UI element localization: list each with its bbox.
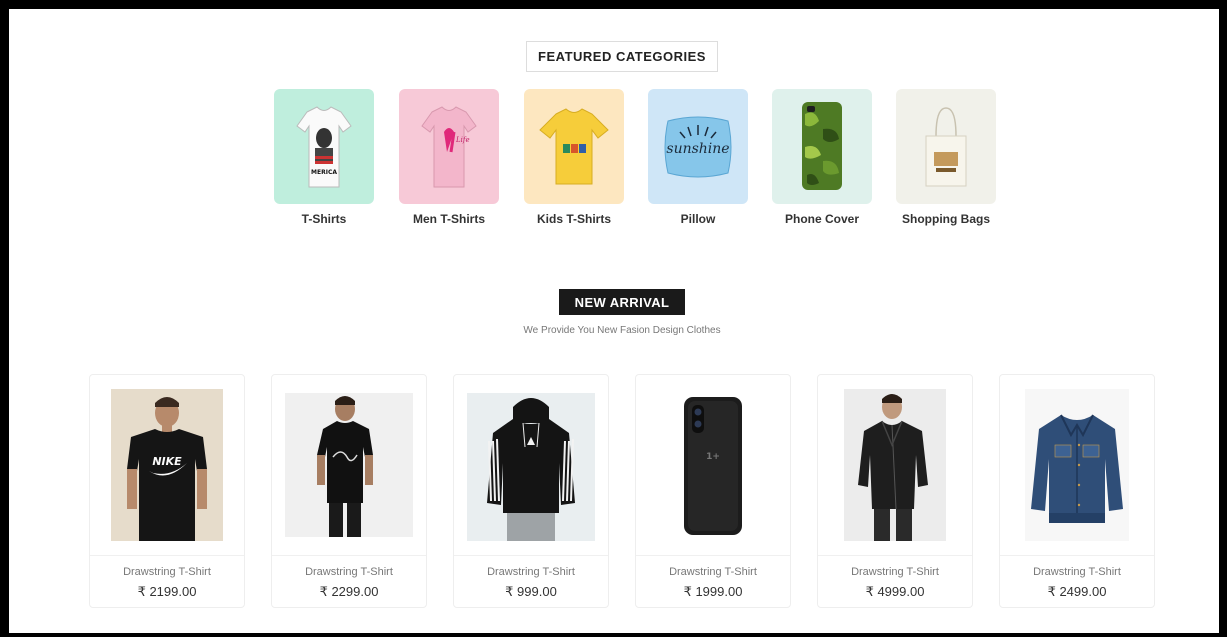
- nike-tshirt-image: NIKE: [111, 389, 223, 541]
- product-name[interactable]: Drawstring T-Shirt: [90, 566, 244, 578]
- tshirt-white-icon: MERICA: [296, 105, 352, 187]
- category-tshirts[interactable]: MERICA T-Shirts: [274, 89, 374, 226]
- svg-text:1+: 1+: [706, 452, 720, 462]
- category-phone-cover[interactable]: Phone Cover: [772, 89, 872, 226]
- category-tile[interactable]: MERICA: [274, 89, 374, 204]
- product-name[interactable]: Drawstring T-Shirt: [818, 566, 972, 578]
- product-card[interactable]: Drawstring T-Shirt ₹ 4999.00: [817, 374, 973, 608]
- category-label: Pillow: [680, 212, 716, 226]
- svg-text:NIKE: NIKE: [152, 455, 182, 468]
- product-name[interactable]: Drawstring T-Shirt: [1000, 566, 1154, 578]
- phone-cover-icon: [802, 102, 842, 190]
- adidas-hoodie-image: [467, 393, 595, 541]
- category-tile[interactable]: sunshine: [648, 89, 748, 204]
- category-label: Kids T-Shirts: [536, 212, 611, 226]
- category-label: Men T-Shirts: [412, 212, 485, 226]
- product-card[interactable]: NIKE Drawstring T-Shirt ₹ 2199.00: [89, 374, 245, 608]
- product-price: ₹ 1999.00: [683, 584, 743, 599]
- svg-text:sunshine: sunshine: [666, 141, 729, 157]
- category-tile[interactable]: [772, 89, 872, 204]
- category-pillow[interactable]: sunshine Pillow: [648, 89, 748, 226]
- tshirt-yellow-icon: [539, 107, 609, 184]
- product-image[interactable]: [285, 393, 413, 537]
- featured-categories-heading: FEATURED CATEGORIES: [526, 41, 718, 72]
- product-name[interactable]: Drawstring T-Shirt: [636, 566, 790, 578]
- category-label: Shopping Bags: [902, 212, 990, 226]
- product-card[interactable]: 1+ Drawstring T-Shirt ₹ 1999.00: [635, 374, 791, 608]
- product-image[interactable]: NIKE: [111, 389, 223, 541]
- pillow-icon: sunshine: [664, 116, 732, 177]
- product-image[interactable]: [467, 393, 595, 541]
- product-price: ₹ 2199.00: [137, 584, 197, 599]
- tshirt-pink-icon: Life: [421, 105, 477, 187]
- card-divider: [636, 555, 790, 556]
- card-divider: [818, 555, 972, 556]
- product-price: ₹ 2499.00: [1047, 584, 1107, 599]
- card-divider: [90, 555, 244, 556]
- new-arrival-subtitle: We Provide You New Fasion Design Clothes: [523, 325, 721, 336]
- card-divider: [272, 555, 426, 556]
- product-price: ₹ 999.00: [505, 584, 557, 599]
- product-card[interactable]: Drawstring T-Shirt ₹ 2299.00: [271, 374, 427, 608]
- product-name[interactable]: Drawstring T-Shirt: [454, 566, 608, 578]
- card-divider: [1000, 555, 1154, 556]
- product-image[interactable]: 1+: [678, 393, 748, 539]
- svg-text:MERICA: MERICA: [311, 169, 337, 176]
- page-frame: FEATURED CATEGORIES MERICA T-Shirts Life…: [9, 9, 1219, 633]
- phone-case-image: 1+: [684, 397, 742, 535]
- category-shopping-bags[interactable]: Shopping Bags: [896, 89, 996, 226]
- product-price: ₹ 2299.00: [319, 584, 379, 599]
- card-divider: [454, 555, 608, 556]
- category-tile[interactable]: Life: [399, 89, 499, 204]
- svg-text:Life: Life: [455, 136, 470, 144]
- shopping-bag-icon: [925, 106, 967, 186]
- category-men-tshirts[interactable]: Life Men T-Shirts: [399, 89, 499, 226]
- product-card[interactable]: Drawstring T-Shirt ₹ 999.00: [453, 374, 609, 608]
- category-label: T-Shirts: [301, 212, 347, 226]
- product-image[interactable]: [1025, 389, 1129, 541]
- product-image[interactable]: [844, 389, 946, 541]
- product-price: ₹ 4999.00: [865, 584, 925, 599]
- new-arrival-heading: NEW ARRIVAL: [559, 289, 685, 315]
- black-tshirt-image: [285, 393, 413, 537]
- category-label: Phone Cover: [784, 212, 859, 226]
- product-name[interactable]: Drawstring T-Shirt: [272, 566, 426, 578]
- category-kids-tshirts[interactable]: Kids T-Shirts: [524, 89, 624, 226]
- category-tile[interactable]: [524, 89, 624, 204]
- product-card[interactable]: Drawstring T-Shirt ₹ 2499.00: [999, 374, 1155, 608]
- denim-jacket-image: [1025, 389, 1129, 541]
- leather-jacket-image: [844, 389, 946, 541]
- category-tile[interactable]: [896, 89, 996, 204]
